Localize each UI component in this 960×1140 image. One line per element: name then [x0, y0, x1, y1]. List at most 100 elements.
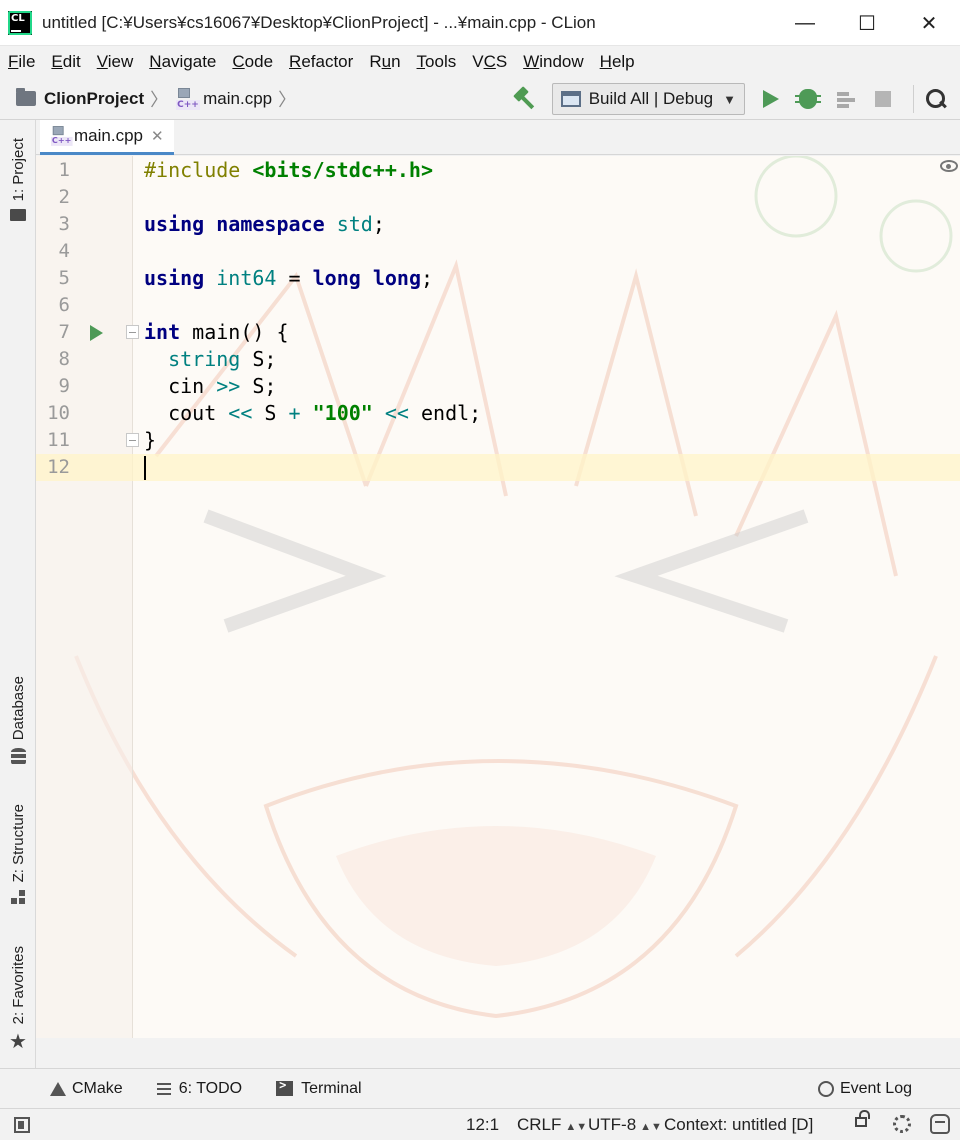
code-line[interactable]: 4 [36, 238, 960, 265]
window-controls: — ☐ ✕ [774, 0, 960, 46]
line-number: 8 [58, 348, 70, 370]
code-editor[interactable]: 1 #include <bits/stdc++.h> 2 3 using namespa… [36, 156, 960, 1038]
code-line[interactable]: 8 string S; [36, 346, 960, 373]
tool-window-terminal[interactable]: Terminal [276, 1078, 362, 1098]
tool-window-favorites[interactable]: 2: Favorites ★ [0, 946, 36, 1052]
left-tool-strip: 1: Project Database Z: Structure 2: Favo… [0, 120, 36, 1068]
code-text: cout << S + "100" << endl; [144, 401, 482, 425]
minimize-button[interactable]: — [774, 0, 836, 46]
line-number: 4 [58, 240, 70, 262]
breadcrumb-file-label: main.cpp [203, 88, 273, 108]
attach-debugger-icon[interactable] [835, 89, 857, 109]
menu-view[interactable]: View [97, 52, 134, 72]
toggle-tool-windows-icon[interactable] [14, 1116, 30, 1133]
line-number: 10 [47, 402, 70, 424]
code-line[interactable]: 12 [36, 454, 960, 481]
code-line[interactable]: 6 [36, 292, 960, 319]
code-line[interactable]: 2 [36, 184, 960, 211]
clion-logo-icon: CL [8, 10, 32, 35]
editor-tab-bar: C++ main.cpp ✕ [36, 120, 960, 155]
line-number: 1 [58, 159, 70, 181]
star-icon: ★ [9, 1031, 27, 1054]
todo-list-icon [156, 1082, 171, 1095]
breadcrumb-project-label: ClionProject [44, 88, 145, 108]
code-text: using namespace std; [144, 212, 385, 236]
code-line[interactable]: 11} [36, 427, 960, 454]
code-text: cin >> S; [144, 374, 277, 398]
menu-navigate[interactable]: Navigate [149, 52, 216, 72]
tool-window-project[interactable]: 1: Project [0, 138, 36, 222]
code-text: string S; [168, 347, 277, 371]
run-gutter-icon[interactable] [90, 325, 103, 341]
tool-window-event-log[interactable]: Event Log [817, 1080, 912, 1098]
encoding-select[interactable]: UTF-8 ▲▼ [588, 1115, 662, 1135]
menu-refactor[interactable]: Refactor [289, 52, 353, 72]
tool-window-database[interactable]: Database [0, 676, 36, 767]
code-line[interactable]: 7 int main() { [36, 319, 960, 346]
menu-window[interactable]: Window [523, 52, 583, 72]
chevron-down-icon: ▼ [723, 91, 736, 107]
line-separator-select[interactable]: CRLF ▲▼ [517, 1115, 587, 1135]
breadcrumb-project[interactable]: ClionProject [16, 88, 145, 109]
line-number: 12 [47, 456, 70, 478]
editor-bottom-spacer [36, 1038, 960, 1068]
context-indicator[interactable]: Context: untitled [D] [664, 1115, 813, 1135]
code-line[interactable]: 9 cin >> S; [36, 373, 960, 400]
search-icon[interactable] [924, 87, 948, 111]
inspector-icon[interactable] [930, 1114, 950, 1134]
breadcrumb-chevron-icon: 〉 [150, 89, 169, 110]
event-log-icon [817, 1080, 834, 1097]
navigation-bar: ClionProject 〉 C++ main.cpp 〉 Build All … [0, 78, 960, 120]
code-line[interactable]: 1 #include <bits/stdc++.h> [36, 157, 960, 184]
folder-icon [16, 88, 36, 106]
reader-mode-eye-icon[interactable] [940, 160, 958, 172]
tab-label: main.cpp [74, 126, 143, 145]
debug-icon[interactable] [795, 89, 821, 109]
line-number: 9 [58, 375, 70, 397]
tab-main-cpp[interactable]: C++ main.cpp ✕ [40, 120, 174, 155]
breadcrumb-chevron-icon: 〉 [278, 89, 297, 110]
menu-code[interactable]: Code [232, 52, 273, 72]
cmake-icon [50, 1081, 66, 1096]
breadcrumb-file[interactable]: C++ main.cpp [176, 87, 273, 110]
menu-run[interactable]: Run [369, 52, 400, 72]
run-icon[interactable] [763, 90, 779, 108]
stop-icon[interactable] [875, 91, 891, 107]
tool-window-todo[interactable]: 6: TODO [156, 1080, 242, 1098]
code-text: int main() { [144, 320, 289, 344]
line-number: 7 [58, 321, 70, 343]
menu-file[interactable]: File [8, 52, 35, 72]
lock-icon[interactable] [855, 1110, 870, 1127]
caret-position[interactable]: 12:1 [466, 1115, 499, 1135]
fold-marker-icon[interactable] [126, 325, 139, 339]
close-button[interactable]: ✕ [898, 0, 960, 46]
line-number: 3 [58, 213, 70, 235]
tool-window-cmake[interactable]: CMake [50, 1080, 123, 1098]
tool-window-structure[interactable]: Z: Structure [0, 804, 36, 905]
code-line[interactable]: 3 using namespace std; [36, 211, 960, 238]
menu-tools[interactable]: Tools [417, 52, 457, 72]
fold-marker-icon[interactable] [126, 433, 139, 447]
code-text: using int64 = long long; [144, 266, 434, 290]
text-caret [144, 456, 146, 480]
maximize-button[interactable]: ☐ [836, 0, 898, 46]
status-bar: 12:1 CRLF ▲▼ UTF-8 ▲▼ Context: untitled [D… [0, 1108, 960, 1140]
code-line[interactable]: 5 using int64 = long long; [36, 265, 960, 292]
code-text: #include <bits/stdc++.h> [144, 158, 433, 182]
line-number: 5 [58, 267, 70, 289]
run-configuration-select[interactable]: Build All | Debug ▼ [551, 83, 745, 115]
code-text: } [144, 428, 157, 452]
menu-vcs[interactable]: VCS [472, 52, 507, 72]
database-icon [10, 748, 26, 767]
build-hammer-icon[interactable] [512, 86, 538, 112]
close-icon[interactable]: ✕ [151, 127, 164, 145]
window-title: untitled [C:¥Users¥cs16067¥Desktop¥Clion… [42, 12, 596, 32]
code-line[interactable]: 10 cout << S + "100" << endl; [36, 400, 960, 427]
menu-help[interactable]: Help [600, 52, 635, 72]
line-number: 6 [58, 294, 70, 316]
configuration-icon [560, 91, 581, 107]
gear-icon[interactable] [893, 1115, 911, 1133]
run-configuration-label: Build All | Debug [588, 89, 714, 108]
line-number: 2 [58, 186, 70, 208]
menu-edit[interactable]: Edit [51, 52, 80, 72]
